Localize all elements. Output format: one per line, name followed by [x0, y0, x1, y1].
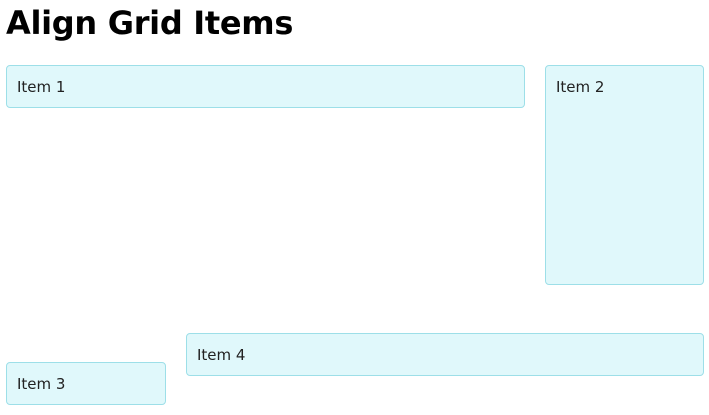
grid-item-label: Item 2: [556, 78, 605, 96]
grid-item-label: Item 4: [197, 346, 246, 364]
grid-item-label: Item 3: [17, 375, 66, 393]
grid-item-2: Item 2: [545, 65, 704, 285]
page: Align Grid Items Item 1 Item 2 Item 3 It…: [0, 0, 709, 415]
grid-item-1: Item 1: [6, 65, 525, 108]
grid-item-3: Item 3: [6, 362, 166, 405]
grid-item-4: Item 4: [186, 333, 704, 376]
grid-item-label: Item 1: [17, 78, 66, 96]
page-title: Align Grid Items: [6, 4, 294, 42]
